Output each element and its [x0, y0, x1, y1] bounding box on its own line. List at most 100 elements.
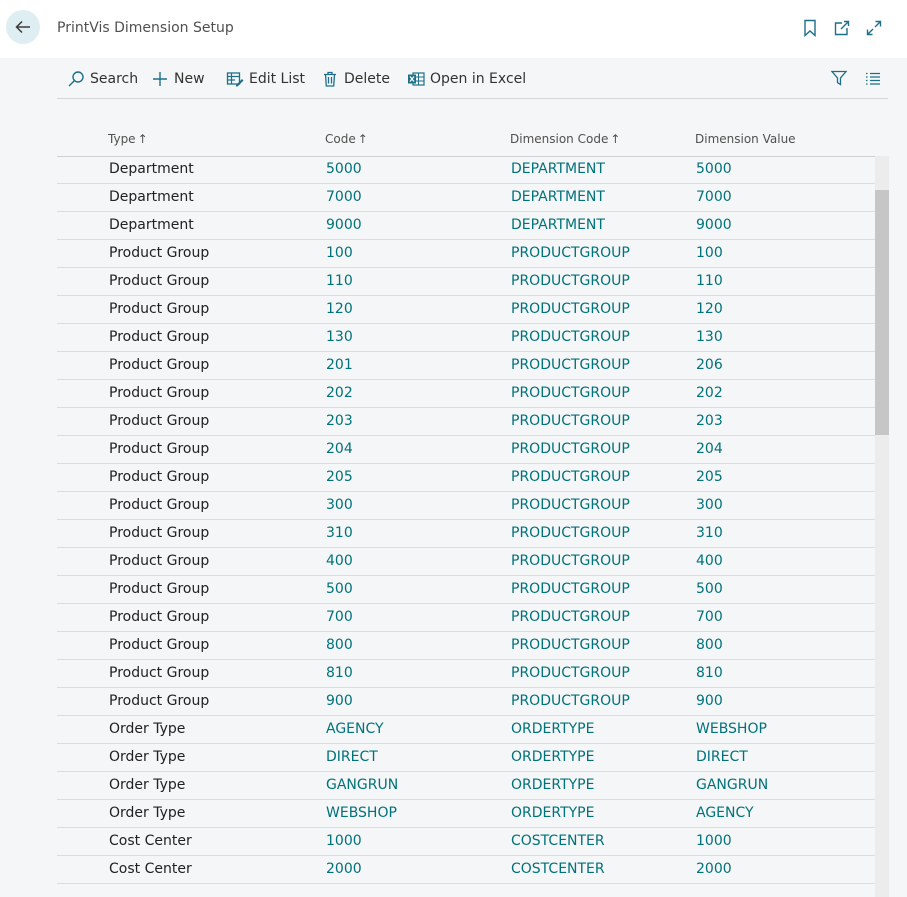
cell-dimension-code[interactable]: PRODUCTGROUP [511, 413, 630, 429]
table-row[interactable]: Product Group 100 PRODUCTGROUP 100 [57, 240, 875, 268]
cell-dimension-code[interactable]: PRODUCTGROUP [511, 441, 630, 457]
cell-code[interactable]: 310 [326, 525, 353, 541]
cell-dimension-code[interactable]: PRODUCTGROUP [511, 245, 630, 261]
cell-code[interactable]: 203 [326, 413, 353, 429]
table-row[interactable]: Department 7000 DEPARTMENT 7000 [57, 184, 875, 212]
cell-dimension-value[interactable]: 206 [696, 357, 723, 373]
table-row[interactable]: Product Group 700 PRODUCTGROUP 700 [57, 604, 875, 632]
cell-dimension-value[interactable]: 810 [696, 665, 723, 681]
table-row[interactable]: Order Type WEBSHOP ORDERTYPE AGENCY [57, 800, 875, 828]
cell-dimension-code[interactable]: PRODUCTGROUP [511, 273, 630, 289]
cell-dimension-code[interactable]: ORDERTYPE [511, 749, 594, 765]
cell-dimension-value[interactable]: 700 [696, 609, 723, 625]
search-button[interactable]: Search [67, 69, 138, 89]
table-row[interactable]: Product Group 400 PRODUCTGROUP 400 [57, 548, 875, 576]
column-header-dimension-code[interactable]: Dimension Code ↑ [510, 132, 620, 146]
cell-dimension-value[interactable]: GANGRUN [696, 777, 768, 793]
cell-code[interactable]: 202 [326, 385, 353, 401]
cell-code[interactable]: 120 [326, 301, 353, 317]
cell-code[interactable]: 700 [326, 609, 353, 625]
cell-code[interactable]: 7000 [326, 189, 362, 205]
table-row[interactable]: Product Group 130 PRODUCTGROUP 130 [57, 324, 875, 352]
cell-dimension-value[interactable]: 5000 [696, 161, 732, 177]
cell-dimension-value[interactable]: 2000 [696, 861, 732, 877]
cell-code[interactable]: 110 [326, 273, 353, 289]
cell-dimension-value[interactable]: 100 [696, 245, 723, 261]
table-row[interactable]: Product Group 202 PRODUCTGROUP 202 [57, 380, 875, 408]
scrollbar-thumb[interactable] [875, 190, 889, 435]
table-row[interactable]: Product Group 310 PRODUCTGROUP 310 [57, 520, 875, 548]
cell-dimension-code[interactable]: PRODUCTGROUP [511, 525, 630, 541]
cell-dimension-value[interactable]: 205 [696, 469, 723, 485]
table-row[interactable]: Product Group 201 PRODUCTGROUP 206 [57, 352, 875, 380]
table-row[interactable]: Order Type AGENCY ORDERTYPE WEBSHOP [57, 716, 875, 744]
cell-dimension-value[interactable]: 110 [696, 273, 723, 289]
edit-list-button[interactable]: Edit List [226, 69, 305, 89]
table-row[interactable]: Product Group 205 PRODUCTGROUP 205 [57, 464, 875, 492]
cell-dimension-value[interactable]: WEBSHOP [696, 721, 767, 737]
cell-dimension-code[interactable]: DEPARTMENT [511, 161, 605, 177]
cell-dimension-code[interactable]: PRODUCTGROUP [511, 469, 630, 485]
cell-code[interactable]: 130 [326, 329, 353, 345]
table-row[interactable]: Order Type GANGRUN ORDERTYPE GANGRUN [57, 772, 875, 800]
cell-code[interactable]: 800 [326, 637, 353, 653]
cell-code[interactable]: 900 [326, 693, 353, 709]
cell-dimension-code[interactable]: PRODUCTGROUP [511, 693, 630, 709]
cell-dimension-value[interactable]: 300 [696, 497, 723, 513]
expand-icon[interactable] [865, 19, 883, 37]
back-button[interactable] [6, 10, 40, 44]
cell-code[interactable]: 100 [326, 245, 353, 261]
cell-dimension-code[interactable]: DEPARTMENT [511, 217, 605, 233]
cell-dimension-code[interactable]: PRODUCTGROUP [511, 357, 630, 373]
cell-code[interactable]: 2000 [326, 861, 362, 877]
cell-code[interactable]: 9000 [326, 217, 362, 233]
table-row[interactable]: Cost Center 1000 COSTCENTER 1000 [57, 828, 875, 856]
cell-code[interactable]: GANGRUN [326, 777, 398, 793]
cell-dimension-code[interactable]: PRODUCTGROUP [511, 609, 630, 625]
bookmark-icon[interactable] [801, 19, 819, 37]
cell-dimension-code[interactable]: PRODUCTGROUP [511, 553, 630, 569]
table-row[interactable]: Product Group 110 PRODUCTGROUP 110 [57, 268, 875, 296]
cell-dimension-value[interactable]: 120 [696, 301, 723, 317]
cell-dimension-code[interactable]: ORDERTYPE [511, 721, 594, 737]
table-row[interactable]: Product Group 203 PRODUCTGROUP 203 [57, 408, 875, 436]
column-header-code[interactable]: Code ↑ [325, 132, 368, 146]
cell-code[interactable]: DIRECT [326, 749, 378, 765]
cell-dimension-value[interactable]: 9000 [696, 217, 732, 233]
cell-code[interactable]: 201 [326, 357, 353, 373]
open-new-window-icon[interactable] [833, 19, 851, 37]
cell-dimension-code[interactable]: PRODUCTGROUP [511, 385, 630, 401]
filter-icon[interactable] [830, 69, 848, 87]
cell-dimension-code[interactable]: ORDERTYPE [511, 805, 594, 821]
cell-dimension-code[interactable]: PRODUCTGROUP [511, 665, 630, 681]
cell-code[interactable]: 1000 [326, 833, 362, 849]
table-row[interactable]: Product Group 120 PRODUCTGROUP 120 [57, 296, 875, 324]
cell-dimension-value[interactable]: 800 [696, 637, 723, 653]
table-row[interactable]: Product Group 810 PRODUCTGROUP 810 [57, 660, 875, 688]
table-row[interactable]: Department 9000 DEPARTMENT 9000 [57, 212, 875, 240]
cell-dimension-code[interactable]: PRODUCTGROUP [511, 301, 630, 317]
cell-code[interactable]: 5000 [326, 161, 362, 177]
cell-dimension-value[interactable]: 900 [696, 693, 723, 709]
cell-code[interactable]: WEBSHOP [326, 805, 397, 821]
cell-dimension-code[interactable]: PRODUCTGROUP [511, 497, 630, 513]
cell-dimension-value[interactable]: 204 [696, 441, 723, 457]
cell-dimension-code[interactable]: COSTCENTER [511, 833, 605, 849]
cell-dimension-code[interactable]: COSTCENTER [511, 861, 605, 877]
column-header-type[interactable]: Type ↑ [108, 132, 148, 146]
cell-dimension-code[interactable]: PRODUCTGROUP [511, 637, 630, 653]
cell-code[interactable]: 204 [326, 441, 353, 457]
table-row[interactable]: Cost Center 2000 COSTCENTER 2000 [57, 856, 875, 884]
column-header-dimension-value[interactable]: Dimension Value [695, 132, 796, 146]
cell-code[interactable]: AGENCY [326, 721, 384, 737]
list-view-icon[interactable] [864, 69, 882, 87]
cell-code[interactable]: 205 [326, 469, 353, 485]
cell-dimension-code[interactable]: PRODUCTGROUP [511, 581, 630, 597]
cell-dimension-value[interactable]: 202 [696, 385, 723, 401]
delete-button[interactable]: Delete [321, 69, 390, 89]
cell-dimension-value[interactable]: DIRECT [696, 749, 748, 765]
cell-code[interactable]: 810 [326, 665, 353, 681]
table-row[interactable]: Product Group 500 PRODUCTGROUP 500 [57, 576, 875, 604]
new-button[interactable]: New [151, 69, 205, 89]
cell-code[interactable]: 400 [326, 553, 353, 569]
